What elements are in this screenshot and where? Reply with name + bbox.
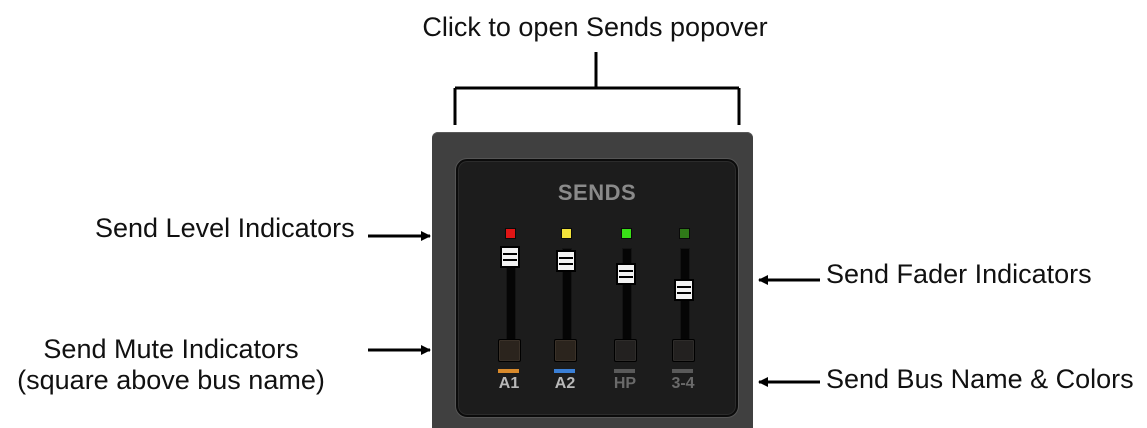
callout-lines	[368, 52, 820, 387]
bracket	[453, 52, 741, 125]
